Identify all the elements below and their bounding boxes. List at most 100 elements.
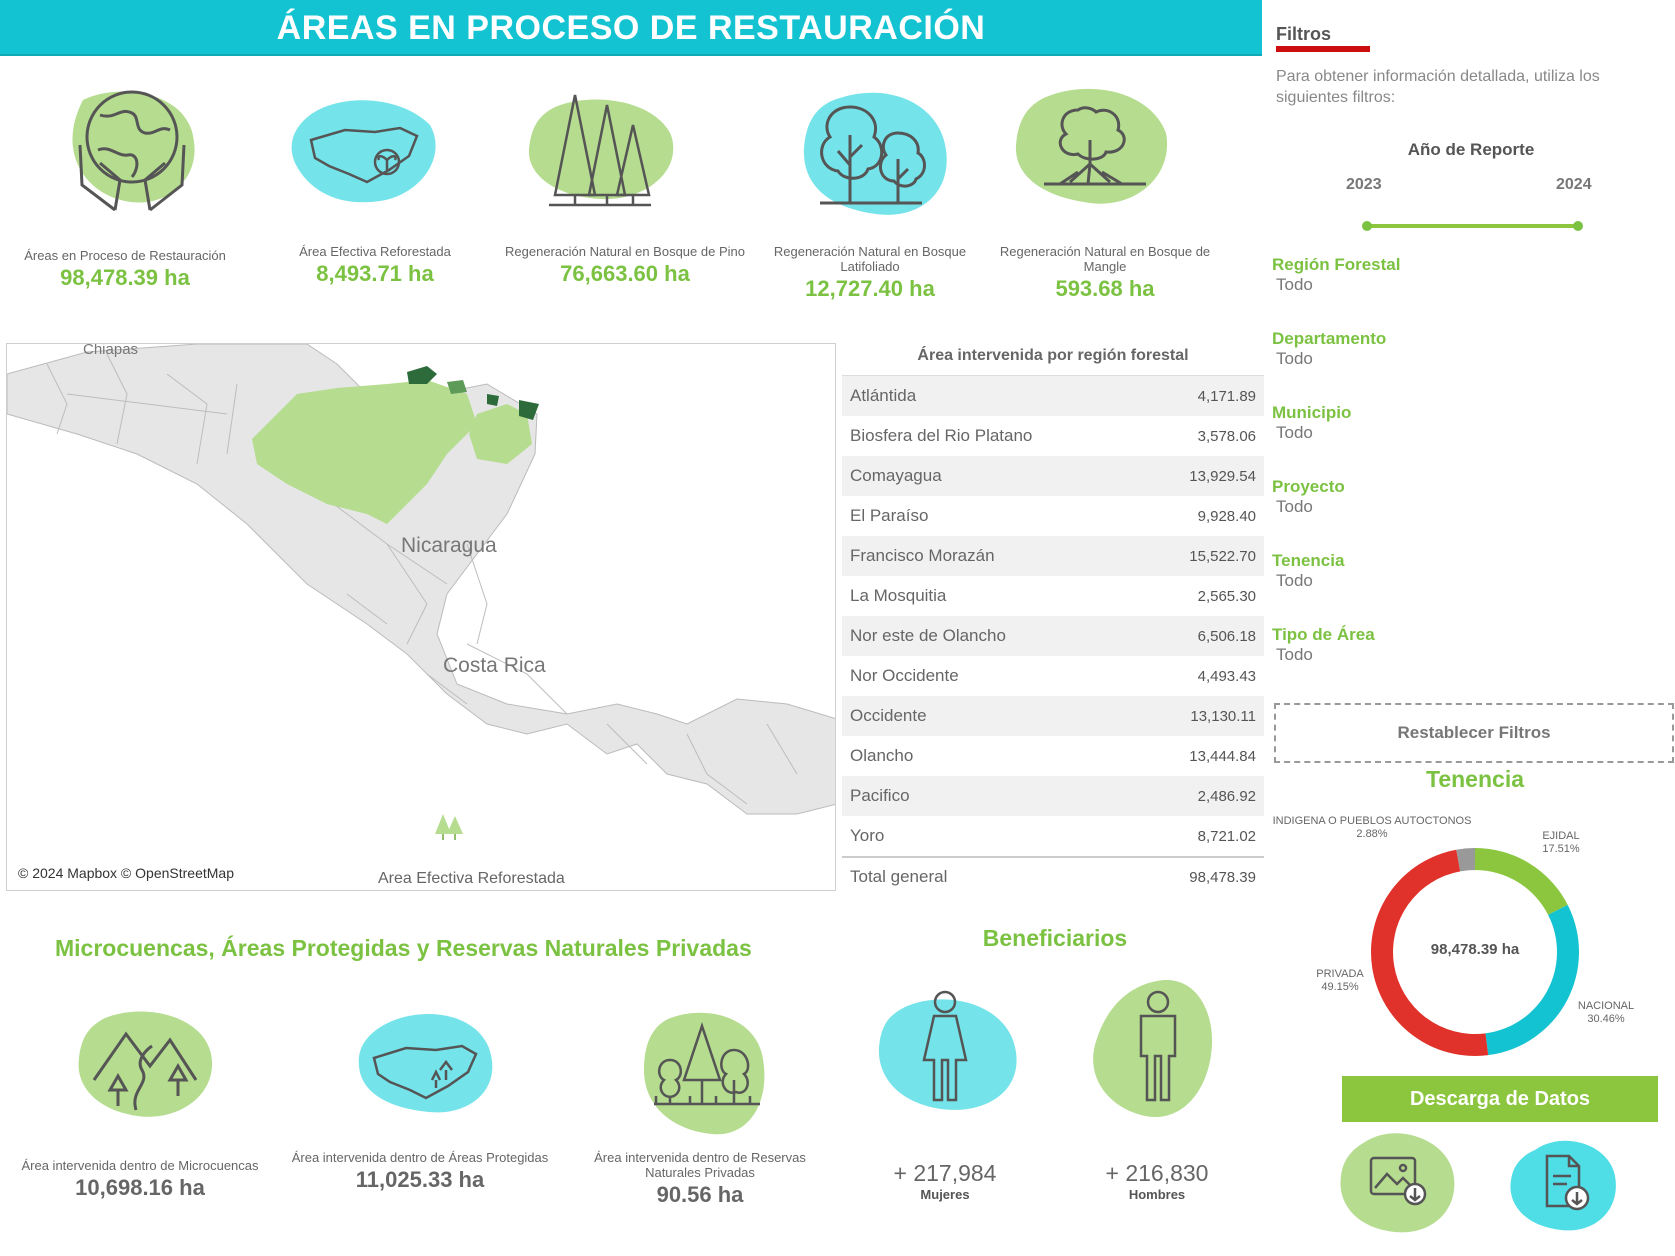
region-value: 8,721.02 [1197,827,1256,845]
page-title: ÁREAS EN PROCESO DE RESTAURACIÓN [0,0,1262,56]
year-min-label: 2023 [1346,176,1382,193]
filter-dropdown[interactable]: Tipo de Área Todo [1272,625,1662,699]
total-label: Total general [850,867,948,886]
download-file-button[interactable] [1505,1134,1620,1234]
reset-filters-button[interactable]: Restablecer Filtros [1274,703,1674,763]
filter-value[interactable]: Todo [1276,275,1662,295]
kpi-label: Área intervenida dentro de Áreas Protegi… [291,1150,549,1165]
region-value: 13,929.54 [1189,467,1256,485]
region-value: 3,578.06 [1197,427,1256,445]
kpi-reforested: Área Efectiva Reforestada 8,493.71 ha [260,80,490,300]
year-slider-handle-max[interactable] [1573,221,1583,231]
table-row[interactable]: Atlántida 4,171.89 [842,376,1264,416]
kpi-value: 12,727.40 ha [805,276,935,301]
map-canvas[interactable] [7,344,836,891]
region-value: 6,506.18 [1197,627,1256,645]
table-row[interactable]: Nor Occidente 4,493.43 [842,656,1264,696]
protected-area-icon [372,1044,478,1100]
kpi-pine-regeneration: Regeneración Natural en Bosque de Pino 7… [500,80,750,300]
region-name: Biosfera del Rio Platano [850,426,1033,445]
filters-underline [1276,46,1370,52]
table-row[interactable]: Biosfera del Rio Platano 3,578.06 [842,416,1264,456]
kpi-value: 11,025.33 ha [355,1167,485,1192]
filter-value[interactable]: Todo [1276,497,1662,517]
kpi-value: 8,493.71 ha [316,261,434,286]
table-row[interactable]: Francisco Morazán 15,522.70 [842,536,1264,576]
filter-dropdown[interactable]: Tenencia Todo [1272,551,1662,625]
women-count: + 217,984 [893,1160,997,1186]
table-row[interactable]: Yoro 8,721.02 [842,816,1264,856]
donut-center-total: 98,478.39 ha [1430,941,1520,958]
donut-segment-nacional[interactable] [1485,904,1579,1056]
kpi-private-reserves: Área intervenida dentro de Reservas Natu… [570,1000,830,1210]
kpi-label: Regeneración Natural en Bosque de Pino [505,244,745,259]
mangrove-tree-icon [1044,106,1146,186]
donut-label-ejidal: EJIDAL 17.51% [1542,830,1580,855]
region-name: La Mosquitia [850,586,947,605]
kpi-label: Área Efectiva Reforestada [299,244,451,259]
region-name: Yoro [850,826,885,845]
earth-hands-icon [78,90,186,212]
filter-value[interactable]: Todo [1276,571,1662,591]
filter-dropdown[interactable]: Región Forestal Todo [1272,255,1662,329]
filter-label: Región Forestal [1272,255,1401,274]
region-name: Nor Occidente [850,666,959,685]
map-label-chiapas: Chiapas [83,343,139,358]
region-name: Olancho [850,746,914,765]
region-value: 4,171.89 [1197,387,1256,405]
kpi-value: 10,698.16 ha [75,1175,205,1200]
download-image-button[interactable] [1335,1128,1460,1238]
kpi-label: Regeneración Natural en Bosque Latifolia… [773,244,967,274]
table-row[interactable]: Comayagua 13,929.54 [842,456,1264,496]
kpi-total-restoration: Áreas en Proceso de Restauración 98,478.… [10,80,240,300]
region-value: 2,565.30 [1197,587,1256,605]
filter-value[interactable]: Todo [1276,349,1662,369]
table-row[interactable]: La Mosquitia 2,565.30 [842,576,1264,616]
kpi-broadleaf-regeneration: Regeneración Natural en Bosque Latifolia… [760,80,980,301]
filter-value[interactable]: Todo [1276,423,1662,443]
region-value: 2,486.92 [1197,787,1256,805]
filter-label: Municipio [1272,403,1352,422]
table-body: Atlántida 4,171.89 Biosfera del Rio Platan… [842,376,1264,896]
filter-label: Tenencia [1272,551,1345,570]
beneficiaries-title: Beneficiarios [982,925,1128,951]
table-row[interactable]: Nor este de Olancho 6,506.18 [842,616,1264,656]
region-value: 15,522.70 [1189,547,1256,565]
filter-dropdown[interactable]: Proyecto Todo [1272,477,1662,551]
map[interactable]: Chiapas Nicaragua Costa Rica © 2024 Mapb… [6,343,836,891]
region-value: 13,130.11 [1190,707,1256,725]
kpi-value: 76,663.60 ha [560,261,690,286]
map-attribution[interactable]: © 2024 Mapbox © OpenStreetMap [15,864,237,882]
donut-segment-ejidal[interactable] [1475,848,1568,915]
region-table: Área intervenida por región forestal Atl… [842,338,1264,896]
year-slider-handle-min[interactable] [1362,221,1372,231]
year-slider-track[interactable] [1366,224,1578,228]
woman-icon [922,990,968,1102]
filter-dropdown[interactable]: Departamento Todo [1272,329,1662,403]
download-data-button[interactable]: Descarga de Datos [1342,1076,1658,1122]
watershed-icon [92,1031,198,1111]
donut-label-privada: PRIVADA 49.15% [1316,968,1364,993]
women-label: Mujeres [920,1187,970,1202]
table-row[interactable]: Occidente 13,130.11 [842,696,1264,736]
table-row[interactable]: El Paraíso 9,928.40 [842,496,1264,536]
filters-description: Para obtener información detallada, util… [1276,68,1600,106]
kpi-label: Área intervenida dentro de Microcuencas [21,1158,259,1173]
table-title: Área intervenida por región forestal [842,338,1264,376]
table-row[interactable]: Pacifico 2,486.92 [842,776,1264,816]
table-row[interactable]: Olancho 13,444.84 [842,736,1264,776]
filter-dropdown[interactable]: Municipio Todo [1272,403,1662,477]
donut-label-nacional: NACIONAL 30.46% [1577,1000,1635,1025]
kpi-value: 90.56 ha [656,1182,744,1207]
men-count: + 216,830 [1105,1160,1209,1186]
kpi-value: 593.68 ha [1055,276,1155,301]
broadleaf-trees-icon [820,105,926,205]
donut-label-indigena: INDIGENA O PUEBLOS AUTOCTONOS 2.88% [1272,815,1472,840]
private-reserve-icon [654,1022,760,1106]
kpi-label: Área intervenida dentro de Reservas Natu… [594,1150,806,1180]
region-name: El Paraíso [850,506,929,525]
year-filter-label: Año de Reporte [1407,140,1535,159]
region-value: 4,493.43 [1197,667,1256,685]
filter-value[interactable]: Todo [1276,645,1662,665]
honduras-map-plant-icon [309,126,419,184]
